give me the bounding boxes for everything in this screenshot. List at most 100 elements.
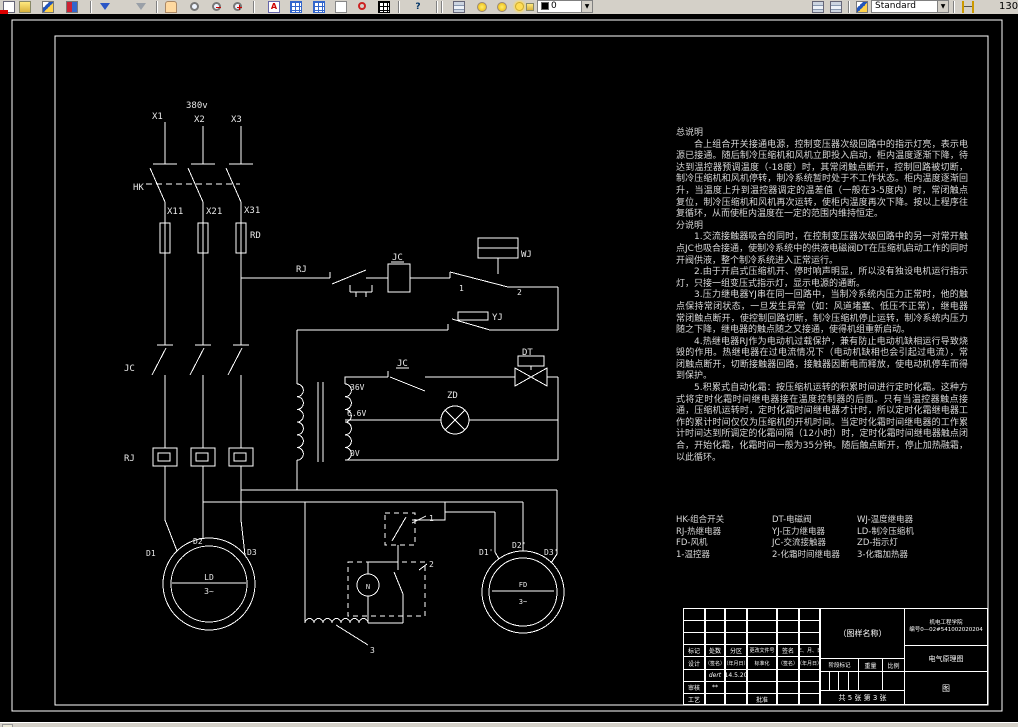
layer-select-value: 0 <box>551 1 557 11</box>
label-rj-heater: RJ <box>124 454 135 464</box>
label-dt: DT <box>522 348 533 358</box>
legend-item: 2-化霜时间继电器 <box>772 549 840 560</box>
thermal-inner-3 <box>233 452 247 462</box>
legend-item: JC-交流接触器 <box>772 538 827 548</box>
dim-style-icon[interactable] <box>962 1 974 13</box>
lock-icon[interactable] <box>526 3 534 11</box>
layer-tools-icon[interactable]: A <box>268 1 280 13</box>
label-d3: D3 <box>247 548 257 557</box>
label-jc-main: JC <box>124 364 135 374</box>
label-wj: WJ <box>521 250 532 260</box>
bulb-on-icon[interactable] <box>477 2 487 12</box>
layer-previous-icon[interactable] <box>830 1 842 13</box>
title-block: 标记 处数 分区 更改文件号 签名 年、月、日 设计 （签名） （年月日） 标准… <box>683 608 988 705</box>
redraw-icon[interactable] <box>358 2 366 10</box>
label-motor2: FD <box>519 581 527 589</box>
notes-general-title: 总说明 <box>676 128 704 138</box>
tb-design: 设计 <box>683 656 705 670</box>
label-d3p: D3' <box>544 548 558 557</box>
transformer-primary <box>296 383 304 461</box>
phase-low <box>164 466 242 520</box>
text-style-value: Standard <box>875 1 916 11</box>
rj-contact <box>241 269 388 297</box>
toolbar: A ? 0 ▼ Standard ▼ 130 <box>0 0 1018 15</box>
chevron-down-icon[interactable]: ▼ <box>581 1 592 12</box>
status-bar <box>0 722 1018 727</box>
label-ptr3: 3 <box>370 646 375 655</box>
zoom-out-icon[interactable] <box>212 2 221 11</box>
pencil-edit-icon[interactable] <box>42 1 54 13</box>
tb-approve-label: 批准 <box>747 693 777 705</box>
thermal-element-2 <box>190 447 216 467</box>
tb-design: （签名） <box>705 656 725 670</box>
defrost-feed <box>391 502 446 562</box>
jc-coil <box>387 263 411 293</box>
zoom-in-icon[interactable] <box>233 2 242 11</box>
chevron-down-icon[interactable]: ▼ <box>937 1 948 12</box>
style-edit-icon[interactable] <box>856 1 868 13</box>
legend-item: RJ-热继电器 <box>676 526 722 537</box>
motor1-inner <box>170 545 248 623</box>
legend-item: WJ-温度继电器 <box>857 515 914 525</box>
color-swatch-icon[interactable] <box>66 1 78 13</box>
label-n: N <box>366 583 370 591</box>
sun-icon[interactable] <box>515 2 524 11</box>
tb-sheet-info: 共 5 张 第 3 张 <box>820 690 905 705</box>
tb-org-line2: 编号0—02#541002020204 <box>909 627 983 633</box>
tb-doc-type: 电气原理图 <box>904 645 988 672</box>
legend-item: DT-电磁阀 <box>772 515 812 525</box>
tb-drawing-name: （图样名称） <box>820 608 905 659</box>
label-d2: D2 <box>193 537 203 546</box>
layer-select[interactable]: 0 ▼ <box>537 0 593 13</box>
open-icon[interactable] <box>19 1 31 13</box>
layers-icon[interactable] <box>453 1 465 13</box>
legend-item: ZD-指示灯 <box>857 538 898 548</box>
notes-item: 2.由于开启式压缩机开、停时响声明显，所以没有独设电机运行指示灯，只接一组变压式… <box>676 267 968 289</box>
pan-icon[interactable] <box>165 1 177 13</box>
wj-relay-box-bottom <box>477 247 519 259</box>
legend-item: LD-制冷压缩机 <box>857 526 914 537</box>
tb-weight-label: 重量 <box>858 658 883 672</box>
notes-general-body: 合上组合开关接通电源，控制变压器次级回路中的指示灯亮，表示电源已接通。随后制冷压… <box>676 139 968 220</box>
legend-col1: HK-组合开关 RJ-热继电器 FD-风机 1-温控器 <box>676 515 772 561</box>
application-window: A ? 0 ▼ Standard ▼ 130 380v X1 X2 X3 HK … <box>0 0 1018 727</box>
label-x1: X1 <box>152 112 163 122</box>
tb-design: （签名） <box>777 656 799 670</box>
label-d1: D1 <box>146 549 156 558</box>
table-icon[interactable] <box>378 1 390 13</box>
zoom-realtime-icon[interactable] <box>190 2 199 11</box>
label-x31: X31 <box>244 206 260 216</box>
layer-color-swatch-icon <box>541 1 549 10</box>
legend-col3: WJ-温度继电器 LD-制冷压缩机 ZD-指示灯 3-化霜加热器 <box>857 515 987 561</box>
notes-item: 4.热继电器RJ作为电动机过载保护，兼有防止电动机缺相运行导致烧毁的作用。热继电… <box>676 336 968 382</box>
sheet-set-icon[interactable] <box>335 1 347 13</box>
make-object-layer-icon[interactable] <box>812 1 824 13</box>
legend-col2: DT-电磁阀 YJ-压力继电器 JC-交流接触器 2-化霜时间继电器 <box>772 515 857 561</box>
tb-design: （年月日） <box>725 656 747 670</box>
drawing-canvas[interactable]: 380v X1 X2 X3 HK X11 X21 X31 RD JC RJ RJ… <box>0 14 1018 722</box>
viewports-icon[interactable] <box>313 1 325 13</box>
label-jc-coil: JC <box>392 253 403 263</box>
tb-design: 标准化 <box>747 656 777 670</box>
bulb-off-icon[interactable] <box>497 2 507 12</box>
notes-item: 5.积累式自动化霜：按压缩机运转的积累时间进行定时化霜。这种方式将定时化霜时间继… <box>676 383 968 463</box>
motor2-leads <box>203 489 558 592</box>
help-icon[interactable]: ? <box>412 1 424 13</box>
lamp-loop <box>345 409 558 431</box>
label-motor1-phase: 3~ <box>204 587 214 596</box>
notes-item: 1.交流接触器吸合的同时，在控制变压器次级回路中的另一对常开触点JC也吸合接通，… <box>676 232 968 266</box>
toolbar-separator <box>441 1 443 13</box>
named-views-icon[interactable] <box>290 1 302 13</box>
motor2-outer <box>481 550 565 634</box>
thermostat-box <box>384 512 416 546</box>
text-style-select[interactable]: Standard ▼ <box>871 0 949 13</box>
label-yj: YJ <box>492 313 503 323</box>
heater-feed <box>304 502 369 646</box>
wj-contact <box>410 258 559 330</box>
motor2-inner <box>488 557 558 627</box>
toolbar-separator <box>156 1 158 13</box>
thermal-inner-1 <box>157 452 171 462</box>
thermal-inner-2 <box>195 452 209 462</box>
toolbar-separator <box>436 1 438 13</box>
legend-item: YJ-压力继电器 <box>772 526 825 537</box>
